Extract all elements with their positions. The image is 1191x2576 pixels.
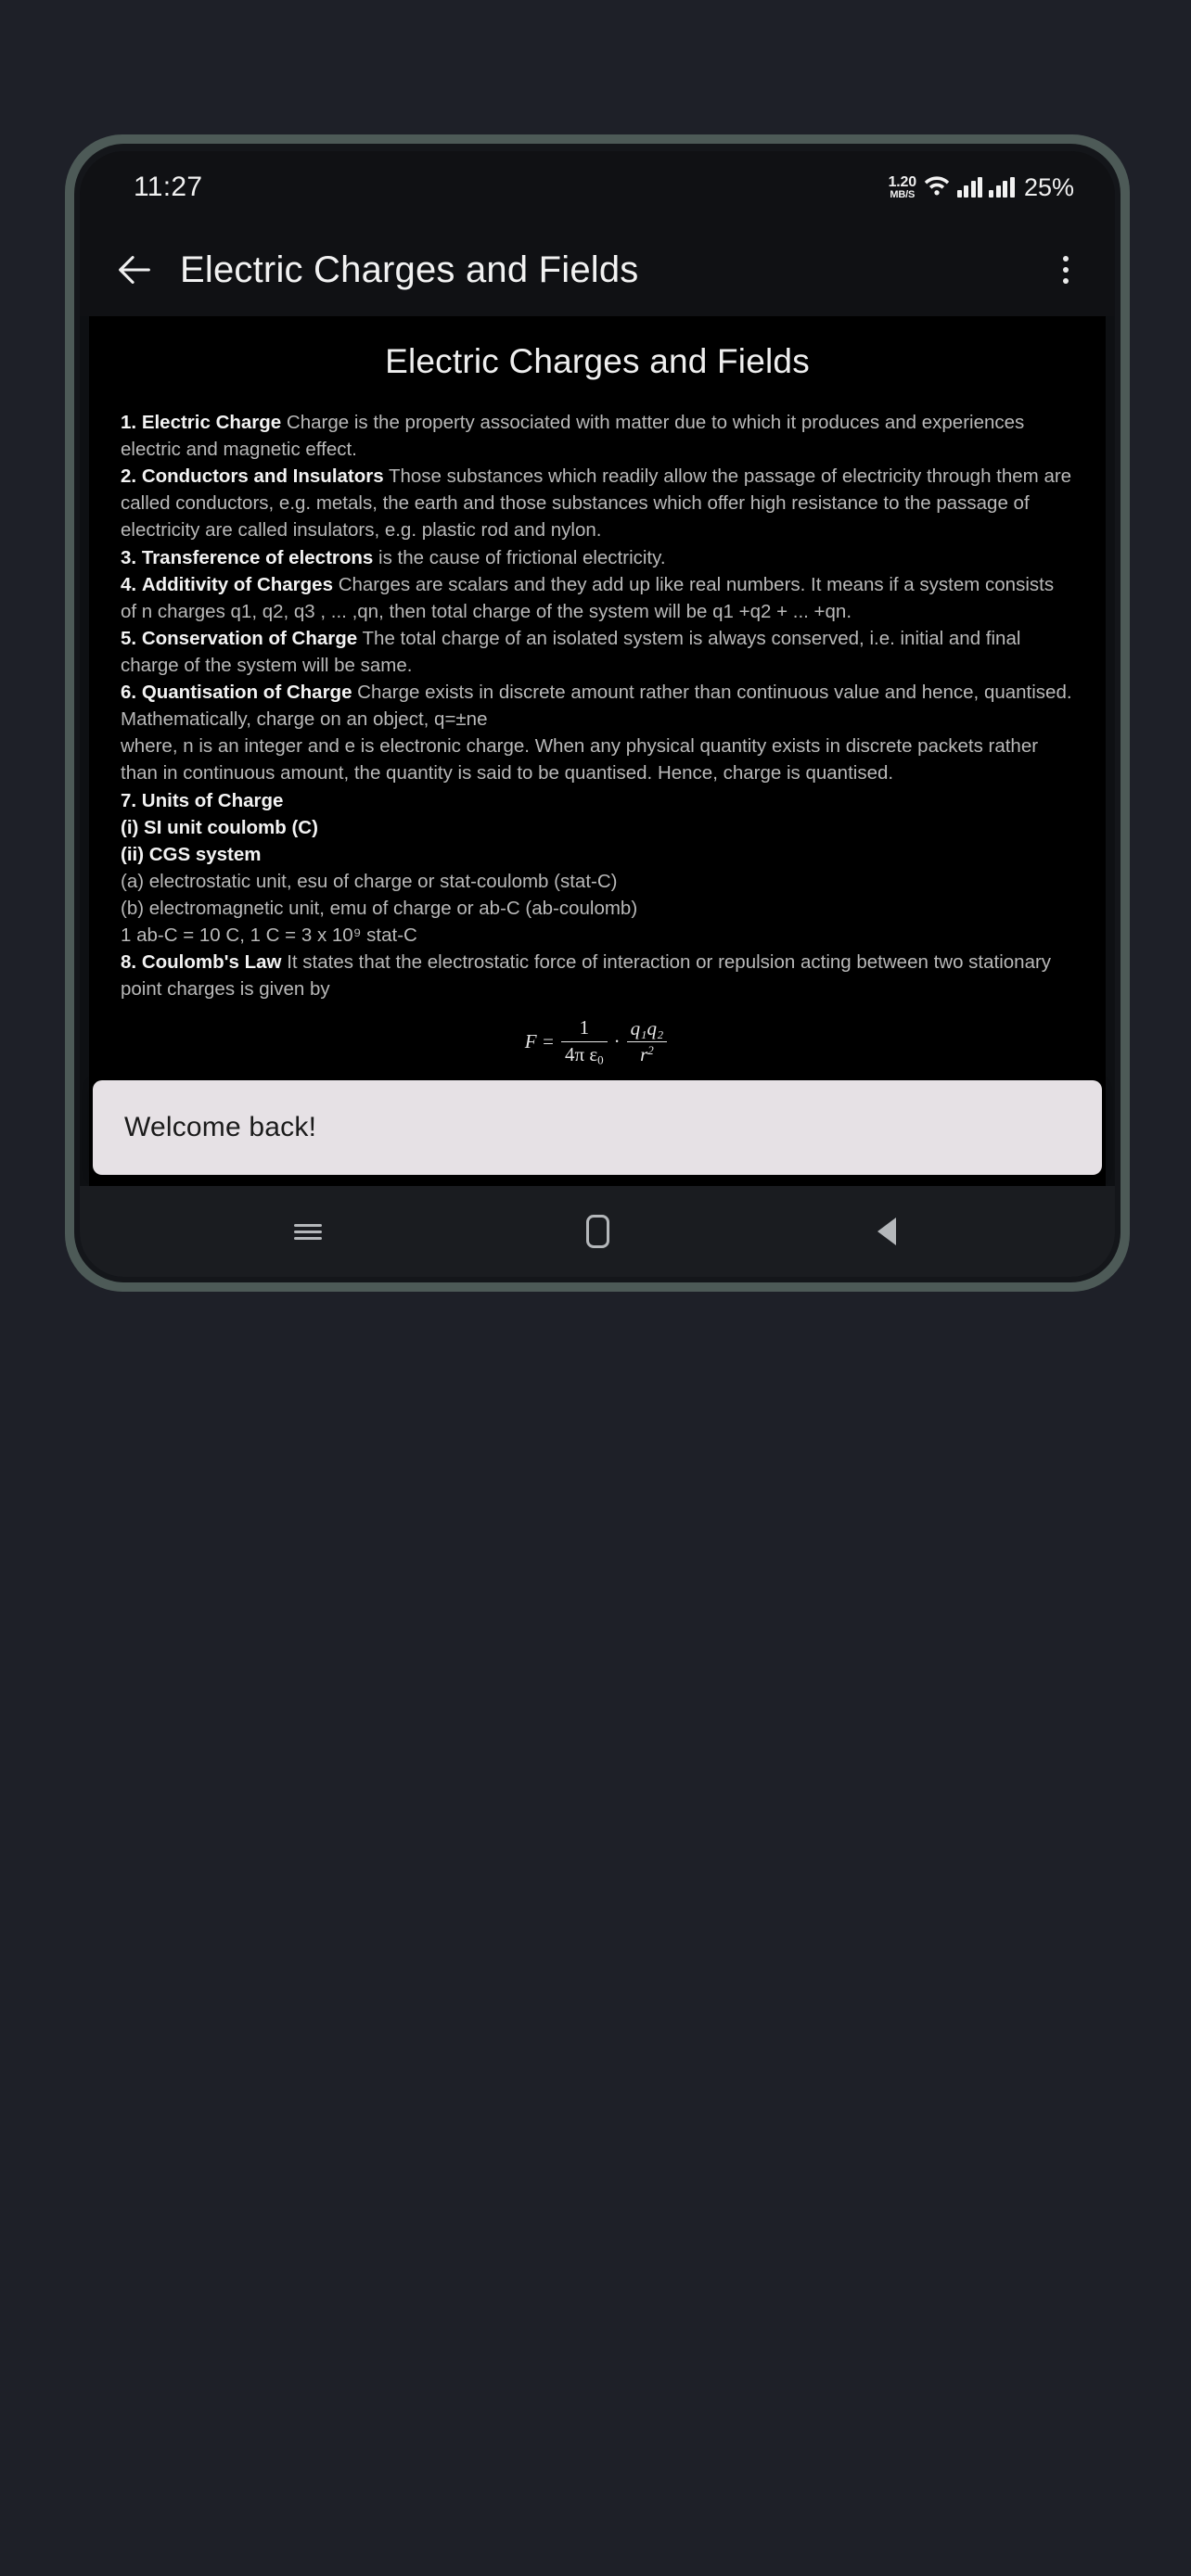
denominator: r2 [626,1041,668,1067]
document-heading: Electric Charges and Fields [385,342,810,380]
notes-list: 1. Electric Charge Charge is the propert… [121,409,1074,1002]
wifi-icon [923,174,951,201]
status-time: 11:27 [134,172,203,202]
network-speed-unit: MB/S [890,188,916,200]
item-term: Coulomb's Law [141,951,282,974]
units-item-cgs: (ii) CGS system [121,843,262,865]
units-sub-b: (b) electromagnetic unit, emu of charge … [121,897,638,919]
item-term: Additivity of Charges [141,573,333,595]
item-term: Electric Charge [141,412,282,433]
item-number: 2. [121,465,137,488]
denominator: 4π ε0 [560,1040,608,1068]
units-sub-a: (a) electrostatic unit, esu of charge or… [121,870,618,892]
document-viewer[interactable]: Electric Charges and Fields 1. Electric … [89,316,1106,1186]
item-number: 6. [121,682,137,704]
page-title: Electric Charges and Fields [180,249,639,290]
phone-frame: 11:27 1.20 MB/S 25% Electric Charges and… [65,134,1130,1292]
units-item-si: (i) SI unit coulomb (C) [121,816,318,838]
dot-operator: · [613,1029,621,1052]
item-body: Charge exists in discrete amount rather … [357,682,1072,704]
network-speed-indicator: 1.20 MB/S [888,173,917,200]
snackbar[interactable]: Welcome back! [93,1080,1102,1175]
list-item: 3. Transference of electrons is the caus… [121,544,1074,571]
quantisation-line-1: Mathematically, charge on an object, q=±… [121,708,488,731]
item-number: 1. [121,412,137,433]
back-triangle-icon[interactable] [845,1204,928,1259]
network-speed-value: 1.20 [888,173,917,190]
status-bar: 11:27 1.20 MB/S 25% [80,151,1115,223]
item-term: Transference of electrons [141,546,374,568]
numerator: q₁q₂ [630,1016,664,1039]
units-conversion: 1 ab-C = 10 C, 1 C = 3 x 10⁹ stat-C [121,925,417,947]
item-term: Quantisation of Charge [141,682,352,704]
more-vertical-icon[interactable] [1054,249,1078,291]
signal-bars-icon-2 [989,177,1015,198]
document-page: Electric Charges and Fields 1. Electric … [89,316,1106,1186]
item-number: 4. [121,573,137,595]
phone-screen: 11:27 1.20 MB/S 25% Electric Charges and… [80,151,1115,1277]
numerator: 1 [579,1016,590,1039]
formula-lhs: F = [524,1029,555,1052]
fraction-1: 1 4π ε0 [560,1015,608,1068]
menu-recents-icon[interactable] [266,1204,350,1259]
item-number: 8. [121,951,137,974]
status-indicators: 1.20 MB/S 25% [889,173,1074,202]
item-term: Conservation of Charge [141,627,358,649]
system-navigation-bar [80,1186,1115,1277]
item-number: 3. [121,546,137,568]
list-item: 4. Additivity of Charges Charges are sca… [121,571,1074,625]
snackbar-message: Welcome back! [124,1112,317,1142]
home-square-icon[interactable] [556,1204,639,1259]
list-item: 5. Conservation of Charge The total char… [121,625,1074,679]
quantisation-line-2: where, n is an integer and e is electron… [121,735,1039,784]
back-arrow-icon[interactable] [113,249,156,291]
app-bar: Electric Charges and Fields [80,223,1115,316]
item-body: is the cause of frictional electricity. [378,546,666,568]
list-item: 6. Quantisation of Charge Charge exists … [121,679,1074,706]
units-heading: 7. Units of Charge [121,789,284,811]
phone-bezel: 11:27 1.20 MB/S 25% Electric Charges and… [74,144,1121,1282]
fraction-2: q₁q₂ r2 [626,1016,668,1068]
item-number: 5. [121,627,137,649]
list-item: 1. Electric Charge Charge is the propert… [121,409,1074,463]
list-item: 2. Conductors and Insulators Those subst… [121,463,1074,543]
formula-coulomb-law: F = 1 4π ε0 · q₁q₂ r2 [121,1015,1074,1067]
item-term: Conductors and Insulators [141,465,384,488]
list-item: 8. Coulomb's Law It states that the elec… [121,949,1074,1002]
signal-bars-icon [956,177,983,198]
battery-percentage: 25% [1023,172,1074,201]
